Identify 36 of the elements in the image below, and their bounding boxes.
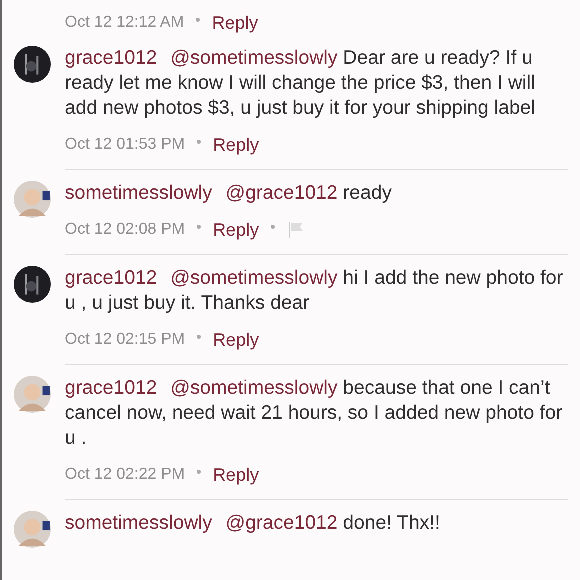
username-link[interactable]: grace1012 xyxy=(65,377,158,399)
timestamp: Oct 12 12:12 AM xyxy=(65,14,184,32)
username-link[interactable]: sometimesslowly xyxy=(65,182,212,204)
separator-dot xyxy=(271,225,276,229)
mention-link[interactable]: @sometimesslowly xyxy=(170,267,338,289)
separator-dot xyxy=(197,140,202,144)
separator-dot xyxy=(197,470,202,474)
reply-link[interactable]: Reply xyxy=(213,464,260,486)
username-link[interactable]: grace1012 xyxy=(65,267,158,289)
timestamp: Oct 12 01:53 PM xyxy=(65,136,186,154)
separator-dot xyxy=(196,18,200,22)
comment-text: grace1012 @sometimesslowly hi I add the new photo for u , u just buy it. Thanks dear xyxy=(65,266,564,316)
avatar[interactable] xyxy=(14,376,51,413)
avatar[interactable] xyxy=(14,181,51,218)
mention-link[interactable]: @sometimesslowly xyxy=(170,377,338,399)
timestamp: Oct 12 02:22 PM xyxy=(65,466,186,484)
mention-link[interactable]: @sometimesslowly xyxy=(170,47,338,69)
reply-link[interactable]: Reply xyxy=(213,330,260,350)
separator-dot xyxy=(197,335,202,339)
reply-link[interactable]: Reply xyxy=(212,12,258,34)
avatar[interactable] xyxy=(14,266,51,303)
reply-link[interactable]: Reply xyxy=(213,220,260,240)
comment-text: sometimesslowly @grace1012 done! Thx!! xyxy=(65,511,442,536)
comment-text: grace1012 @sometimesslowly because that one I can’t cancel now, need wait 21 hours, so I added new photo for u . xyxy=(65,376,564,451)
avatar[interactable] xyxy=(14,511,51,548)
username-link[interactable]: grace1012 xyxy=(65,47,158,69)
timestamp: Oct 12 02:08 PM xyxy=(65,221,186,239)
comment-text: sometimesslowly @grace1012 ready xyxy=(65,181,393,206)
mention-link[interactable]: @grace1012 xyxy=(226,512,338,534)
mention-link[interactable]: @grace1012 xyxy=(226,182,338,204)
separator-dot xyxy=(197,225,202,229)
username-link[interactable]: sometimesslowly xyxy=(65,512,212,534)
timestamp: Oct 12 02:15 PM xyxy=(65,331,186,349)
reply-link[interactable]: Reply xyxy=(213,134,260,156)
avatar[interactable] xyxy=(14,46,51,83)
comment-text: grace1012 @sometimesslowly Dear are u ready? If u ready let me know I will change the price $3, then I will add new photos $3, u just buy it for your shipping label xyxy=(65,46,536,121)
